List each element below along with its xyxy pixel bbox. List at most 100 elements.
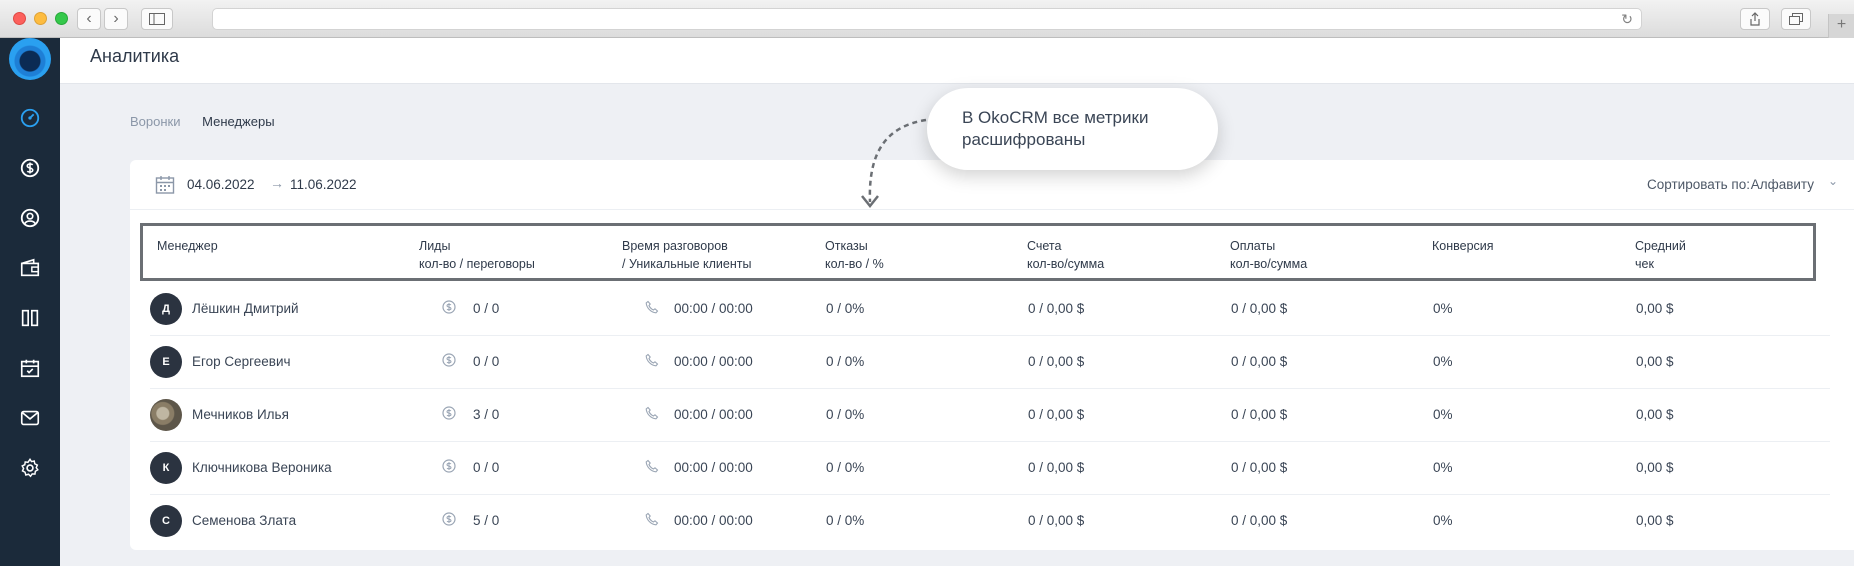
leads-value: 0 / 0 <box>473 354 500 369</box>
average-check-value: 0,00 $ <box>1636 354 1674 369</box>
avatar: С <box>150 505 182 537</box>
dollar-icon <box>20 158 40 178</box>
manager-name[interactable]: Семенова Злата <box>192 513 296 528</box>
dollar-icon <box>442 300 456 314</box>
column-header-average-check[interactable]: Средний чек <box>1635 237 1686 273</box>
sidebar-item-contacts[interactable] <box>18 206 42 230</box>
new-tab-button[interactable]: + <box>1828 14 1854 38</box>
payments-value: 0 / 0,00 $ <box>1231 460 1288 475</box>
leads-value: 0 / 0 <box>473 460 500 475</box>
avatar: Е <box>150 346 182 378</box>
column-header-payments[interactable]: Оплаты кол-во/сумма <box>1230 237 1307 273</box>
sidebar-item-analytics[interactable] <box>18 106 42 130</box>
chevron-down-icon[interactable]: ⌄ <box>1828 174 1838 188</box>
dollar-icon <box>442 512 456 526</box>
talk-time-value: 00:00 / 00:00 <box>674 460 753 475</box>
avatar <box>150 399 182 431</box>
refusals-value: 0 / 0% <box>826 354 865 369</box>
reload-icon[interactable]: ↻ <box>1621 11 1633 28</box>
breadcrumb: Воронки Менеджеры <box>130 114 293 129</box>
average-check-value: 0,00 $ <box>1636 513 1674 528</box>
address-bar[interactable]: ↻ <box>212 8 1642 30</box>
invoices-value: 0 / 0,00 $ <box>1028 354 1085 369</box>
average-check-value: 0,00 $ <box>1636 460 1674 475</box>
table-row[interactable]: Мечников Илья 3 / 0 00:00 / 00:00 0 / 0%… <box>150 389 1830 442</box>
manager-name[interactable]: Лёшкин Дмитрий <box>192 301 299 316</box>
column-header-leads[interactable]: Лиды кол-во / переговоры <box>419 237 535 273</box>
manager-name[interactable]: Ключникова Вероника <box>192 460 332 475</box>
sidebar-item-settings[interactable] <box>18 456 42 480</box>
column-header-talk-time[interactable]: Время разговоров / Уникальные клиенты <box>622 237 751 273</box>
column-header-conversion[interactable]: Конверсия <box>1432 237 1494 255</box>
wallet-icon <box>20 258 40 277</box>
sort-select[interactable]: Алфавиту <box>1751 177 1814 192</box>
sidebar-item-finance[interactable] <box>18 156 42 180</box>
close-window-button[interactable] <box>13 12 26 25</box>
tabs-overview-button[interactable] <box>1781 8 1811 30</box>
maximize-window-button[interactable] <box>55 12 68 25</box>
conversion-value: 0% <box>1433 354 1453 369</box>
column-header-invoices[interactable]: Счета кол-во/сумма <box>1027 237 1104 273</box>
table-row[interactable]: С Семенова Злата 5 / 0 00:00 / 00:00 0 /… <box>150 495 1830 548</box>
phone-icon <box>645 353 659 367</box>
tab-funnels[interactable]: Воронки <box>130 114 181 129</box>
sidebar-toggle-icon <box>149 13 165 25</box>
table-row[interactable]: Д Лёшкин Дмитрий 0 / 0 00:00 / 00:00 0 /… <box>150 283 1830 336</box>
payments-value: 0 / 0,00 $ <box>1231 301 1288 316</box>
calendar-icon[interactable] <box>155 175 175 195</box>
column-header-manager[interactable]: Менеджер <box>157 237 218 255</box>
date-from[interactable]: 04.06.2022 <box>187 177 255 192</box>
talk-time-value: 00:00 / 00:00 <box>674 513 753 528</box>
invoices-value: 0 / 0,00 $ <box>1028 460 1085 475</box>
refusals-value: 0 / 0% <box>826 407 865 422</box>
sidebar-item-mail[interactable] <box>18 406 42 430</box>
manager-name[interactable]: Егор Сергеевич <box>192 354 291 369</box>
managers-report-card: 04.06.2022 → 11.06.2022 Сортировать по: … <box>130 160 1854 550</box>
leads-value: 5 / 0 <box>473 513 500 528</box>
talk-time-value: 00:00 / 00:00 <box>674 301 753 316</box>
phone-icon <box>645 406 659 420</box>
sidebar-item-tasks[interactable] <box>18 356 42 380</box>
sidebar-item-deals[interactable] <box>18 256 42 280</box>
payments-value: 0 / 0,00 $ <box>1231 513 1288 528</box>
refusals-value: 0 / 0% <box>826 301 865 316</box>
conversion-value: 0% <box>1433 513 1453 528</box>
average-check-value: 0,00 $ <box>1636 407 1674 422</box>
payments-value: 0 / 0,00 $ <box>1231 354 1288 369</box>
refusals-value: 0 / 0% <box>826 513 865 528</box>
refusals-value: 0 / 0% <box>826 460 865 475</box>
back-button[interactable]: ‹ <box>77 8 101 30</box>
okocrm-logo[interactable] <box>9 38 51 80</box>
talk-time-value: 00:00 / 00:00 <box>674 354 753 369</box>
calendar-check-icon <box>20 359 40 378</box>
sidebar-toggle-button[interactable] <box>141 8 173 30</box>
invoices-value: 0 / 0,00 $ <box>1028 301 1085 316</box>
dollar-icon <box>442 459 456 473</box>
share-icon <box>1750 12 1760 26</box>
invoices-value: 0 / 0,00 $ <box>1028 513 1085 528</box>
page-header: Аналитика <box>60 38 1854 84</box>
conversion-value: 0% <box>1433 301 1453 316</box>
phone-icon <box>645 512 659 526</box>
table-row[interactable]: Е Егор Сергеевич 0 / 0 00:00 / 00:00 0 /… <box>150 336 1830 389</box>
sort-label: Сортировать по: <box>1647 177 1750 192</box>
share-button[interactable] <box>1740 8 1770 30</box>
date-to[interactable]: 11.06.2022 <box>290 177 357 192</box>
table-row[interactable]: К Ключникова Вероника 0 / 0 00:00 / 00:0… <box>150 442 1830 495</box>
browser-toolbar: ‹ › ↻ + <box>0 0 1854 38</box>
tab-managers[interactable]: Менеджеры <box>202 114 274 129</box>
sidebar-item-pipelines[interactable] <box>18 306 42 330</box>
conversion-value: 0% <box>1433 407 1453 422</box>
callout-bubble: В OkoCRM все метрики расшифрованы <box>927 88 1218 170</box>
page-title: Аналитика <box>90 46 180 66</box>
dollar-icon <box>442 406 456 420</box>
leads-value: 3 / 0 <box>473 407 500 422</box>
forward-button[interactable]: › <box>104 8 128 30</box>
tabs-icon <box>1789 13 1803 25</box>
manager-name[interactable]: Мечников Илья <box>192 407 289 422</box>
column-header-refusals[interactable]: Отказы кол-во / % <box>825 237 884 273</box>
callout-text: В OkoCRM все метрики расшифрованы <box>962 108 1149 149</box>
mail-icon <box>20 410 40 426</box>
invoices-value: 0 / 0,00 $ <box>1028 407 1085 422</box>
minimize-window-button[interactable] <box>34 12 47 25</box>
